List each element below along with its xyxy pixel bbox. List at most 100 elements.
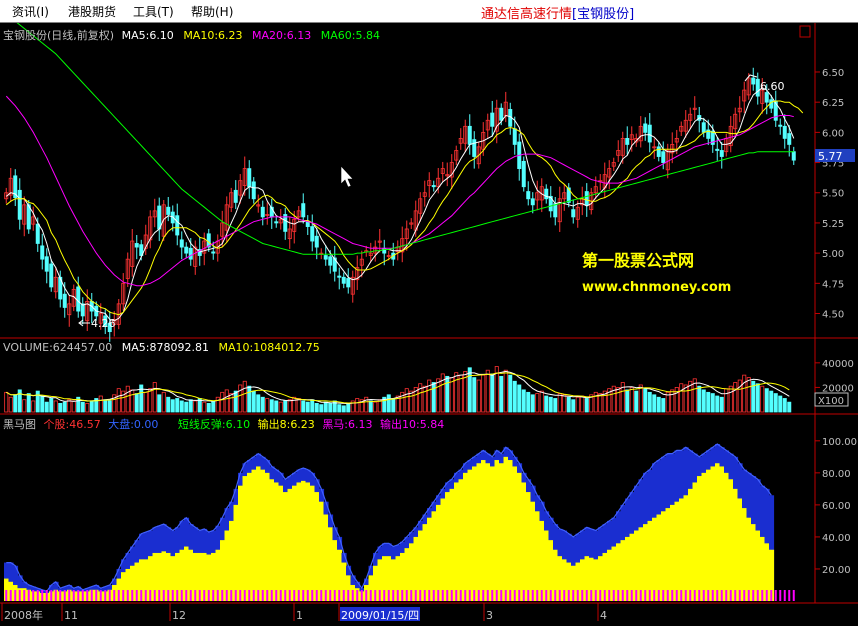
date-label: 3 <box>486 609 493 622</box>
watermark-chinese: 第一股票公式网 <box>582 251 694 270</box>
indicator-base-mark <box>698 590 701 601</box>
volume-bar <box>778 395 783 413</box>
price-tick-label: 6.00 <box>822 128 844 139</box>
indicator-base-mark <box>680 590 683 601</box>
date-label: 2009/01/15/四 <box>341 609 419 622</box>
candle-body <box>719 150 724 157</box>
date-label: 4 <box>600 609 607 622</box>
indicator-header: 黑马图 个股:46.57 大盘:0.00 短线反弹:6.10 输出8:6.23 … <box>3 416 444 432</box>
indicator-bar-market <box>476 463 482 601</box>
indicator-base-mark <box>788 590 791 601</box>
indicator-base-mark <box>558 590 561 601</box>
volume-bar <box>283 400 288 413</box>
indicator-base-mark <box>437 590 440 601</box>
last-price-label: 5.77 <box>818 150 843 163</box>
indicator-base-mark <box>320 590 323 601</box>
indicator-bar-market <box>314 492 320 601</box>
indicator-base-mark <box>198 590 201 601</box>
candle-body <box>328 256 333 266</box>
candle-body <box>251 181 256 200</box>
indicator-bar-market <box>728 479 734 601</box>
indicator-bar-market <box>467 469 473 601</box>
menu-bar: 资讯(I) 港股期货 工具(T) 帮助(H) 通达信高速行情[宝钢股份] <box>0 0 858 23</box>
volume-bar <box>467 367 472 413</box>
indicator-base-mark <box>473 590 476 601</box>
indicator-base-mark <box>761 590 764 601</box>
indicator-base-mark <box>482 590 485 601</box>
menu-help[interactable]: 帮助(H) <box>191 3 233 20</box>
indicator-base-mark <box>153 590 156 601</box>
volume-bar <box>652 394 657 413</box>
indicator-base-mark <box>311 590 314 601</box>
candle-body <box>62 293 67 308</box>
indicator-tick-label: 80.00 <box>822 469 851 480</box>
indicator-base-mark <box>383 590 386 601</box>
candle-body <box>184 246 189 254</box>
indicator-base-mark <box>707 590 710 601</box>
indicator-base-mark <box>540 590 543 601</box>
indicator-bar-market <box>233 504 239 601</box>
menu-tools[interactable]: 工具(T) <box>133 3 174 20</box>
candle-body <box>49 263 54 288</box>
indicator-bar-market <box>422 524 428 601</box>
indicator-base-mark <box>207 590 210 601</box>
price-tick-label: 4.50 <box>822 310 844 321</box>
indicator-base-mark <box>662 590 665 601</box>
menu-hk-futures[interactable]: 港股期货 <box>68 3 116 20</box>
indicator-base-mark <box>14 590 17 601</box>
indicator-bar-market <box>652 517 658 601</box>
indicator-bar-market <box>269 479 275 601</box>
indicator-bar-market <box>719 466 725 601</box>
indicator-base-mark <box>270 590 273 601</box>
candle-body <box>17 189 22 220</box>
indicator-base-mark <box>585 590 588 601</box>
indicator-bar-market <box>229 520 235 601</box>
candle-body <box>778 124 783 127</box>
volume-bar <box>656 396 661 413</box>
indicator-bar-market <box>503 456 509 601</box>
indicator-bar-market <box>278 485 284 601</box>
high-marker-label: 6.60 <box>760 80 785 93</box>
indicator-base-mark <box>720 590 723 601</box>
indicator-base-mark <box>671 590 674 601</box>
volume-bar <box>107 400 112 413</box>
chart-area[interactable]: 6.50 6.25 6.00 5.75 5.50 5.25 5.00 4.75 4.50 4000… <box>0 13 858 623</box>
indicator-bar-market <box>238 485 244 601</box>
indicator-base-mark <box>293 590 296 601</box>
low-marker-label: 4.26 <box>91 317 116 330</box>
indicator-header-rebound: 短线反弹:6.10 <box>177 418 251 431</box>
indicator-base-mark <box>212 590 215 601</box>
price-tick-label: 6.50 <box>822 68 844 79</box>
indicator-base-mark <box>59 590 62 601</box>
indicator-base-mark <box>725 590 728 601</box>
indicator-base-mark <box>432 590 435 601</box>
indicator-base-mark <box>176 590 179 601</box>
menu-info[interactable]: 资讯(I) <box>12 3 49 20</box>
indicator-base-mark <box>180 590 183 601</box>
date-label: 12 <box>172 609 186 622</box>
candle-body <box>530 198 535 206</box>
price-tick-label: 4.75 <box>822 279 844 290</box>
indicator-base-mark <box>162 590 165 601</box>
volume-header-ma5: MA5:878092.81 <box>121 341 209 354</box>
indicator-base-mark <box>248 590 251 601</box>
indicator-base-mark <box>50 590 53 601</box>
stock-chart-svg[interactable]: 6.506.256.005.755.505.255.004.754.504000… <box>0 13 858 623</box>
volume-bar <box>328 402 333 413</box>
indicator-base-mark <box>333 590 336 601</box>
indicator-bar-market <box>643 524 649 601</box>
indicator-base-mark <box>338 590 341 601</box>
indicator-bar-market <box>656 514 662 601</box>
candle-body <box>467 125 472 145</box>
indicator-base-mark <box>576 590 579 601</box>
indicator-base-mark <box>545 590 548 601</box>
indicator-base-mark <box>774 590 777 601</box>
indicator-base-mark <box>509 590 512 601</box>
volume-bar <box>310 399 315 413</box>
indicator-base-mark <box>284 590 287 601</box>
indicator-base-mark <box>729 590 732 601</box>
indicator-base-mark <box>68 590 71 601</box>
candle-body <box>521 160 526 188</box>
indicator-header-name: 黑马图 <box>3 418 36 431</box>
indicator-base-mark <box>612 590 615 601</box>
